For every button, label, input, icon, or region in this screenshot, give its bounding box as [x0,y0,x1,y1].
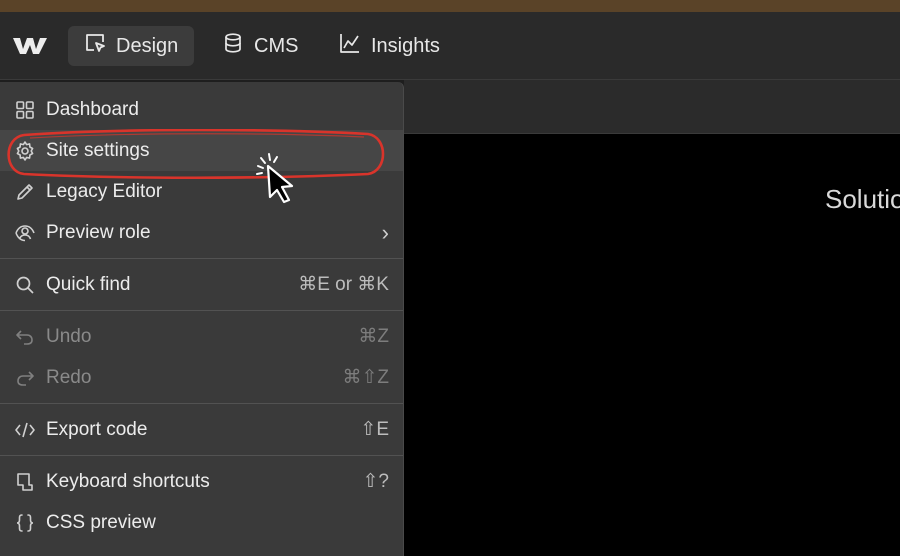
menu-item-redo[interactable]: Redo ⌘⇧Z [0,357,403,398]
top-strip [0,0,900,12]
webflow-logo-icon[interactable] [12,34,48,58]
grid-icon [14,99,36,121]
tab-cms[interactable]: CMS [206,26,314,66]
menu-item-label: Quick find [46,273,131,295]
cursor-box-icon [84,32,106,60]
keyboard-shortcut-icon [14,471,36,493]
pointer-cursor-icon [256,153,294,204]
code-icon [14,419,36,441]
menu-item-keyboard-shortcuts[interactable]: Keyboard shortcuts ⇧? [0,461,403,502]
menu-item-label: Keyboard shortcuts [46,470,210,492]
menu-item-shortcut: ⇧? [362,471,390,492]
top-toolbar: Design CMS Insights [0,12,900,80]
menu-divider [0,403,403,404]
menu-item-label: Preview role [46,221,151,243]
undo-icon [14,326,36,348]
braces-icon [14,512,36,534]
menu-item-label: Dashboard [46,98,139,120]
menu-item-shortcut: ⌘⇧Z [342,367,389,388]
menu-item-label: Redo [46,366,92,388]
search-icon [14,274,36,296]
red-highlight-annotation [7,129,385,179]
line-chart-icon [339,32,361,60]
preview-role-icon [14,222,36,244]
menu-item-label: Legacy Editor [46,180,163,202]
secondary-toolbar [404,80,900,134]
menu-item-css-preview[interactable]: CSS preview [0,502,403,543]
menu-divider [0,455,403,456]
canvas-heading-text: Solutio [825,184,900,214]
tab-design[interactable]: Design [68,26,195,66]
pencil-icon [14,181,36,203]
tab-cms-label: CMS [254,34,299,57]
menu-item-label: CSS preview [46,511,156,533]
tab-insights[interactable]: Insights [323,26,456,66]
menu-item-export-code[interactable]: Export code ⇧E [0,409,403,450]
menu-item-label: Export code [46,418,148,440]
menu-divider [0,258,403,259]
menu-divider [0,310,403,311]
menu-item-shortcut: ⌘E or ⌘K [298,274,389,295]
tab-design-label: Design [116,34,179,57]
menu-item-undo[interactable]: Undo ⌘Z [0,316,403,357]
menu-item-preview-role[interactable]: Preview role › [0,212,403,253]
menu-item-dashboard[interactable]: Dashboard [0,89,403,130]
database-icon [222,32,244,60]
menu-item-shortcut: ⇧E [360,419,389,440]
menu-item-shortcut: ⌘Z [358,326,389,347]
menu-item-label: Undo [46,325,92,347]
menu-item-quick-find[interactable]: Quick find ⌘E or ⌘K [0,264,403,305]
redo-icon [14,367,36,389]
design-canvas[interactable]: Solutio [404,134,900,556]
chevron-right-icon: › [381,219,389,245]
tab-insights-label: Insights [371,34,440,57]
